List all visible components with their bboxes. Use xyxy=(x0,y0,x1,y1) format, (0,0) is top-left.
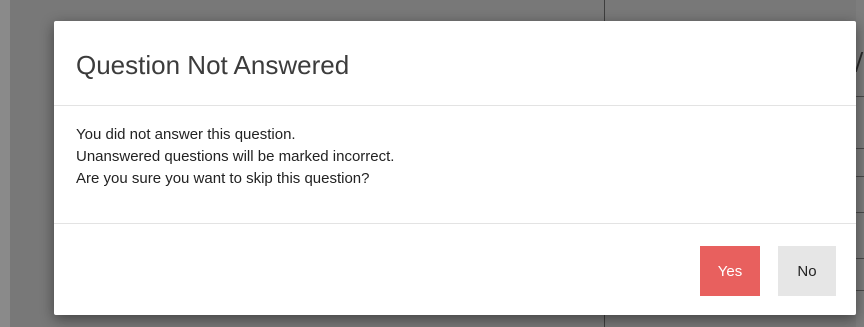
background-rule xyxy=(856,212,864,213)
background-page-edge xyxy=(0,0,10,327)
background-right-panel xyxy=(856,0,864,327)
dialog-title: Question Not Answered xyxy=(76,49,350,80)
background-rule xyxy=(856,258,864,259)
background-rule xyxy=(856,96,864,97)
background-rule xyxy=(856,290,864,291)
background-rule xyxy=(856,176,864,177)
dialog-message-line: You did not answer this question. xyxy=(76,126,296,143)
dialog-body: You did not answer this question. Unansw… xyxy=(54,106,856,224)
background-rule xyxy=(856,148,864,149)
dialog-message-line: Are you sure you want to skip this quest… xyxy=(76,170,370,187)
dialog-footer: Yes No xyxy=(54,224,856,315)
yes-button[interactable]: Yes xyxy=(700,246,760,296)
question-not-answered-dialog: Question Not Answered You did not answer… xyxy=(54,21,856,315)
dialog-message-line: Unanswered questions will be marked inco… xyxy=(76,148,395,165)
no-button[interactable]: No xyxy=(778,246,836,296)
dialog-header: Question Not Answered xyxy=(54,21,856,106)
